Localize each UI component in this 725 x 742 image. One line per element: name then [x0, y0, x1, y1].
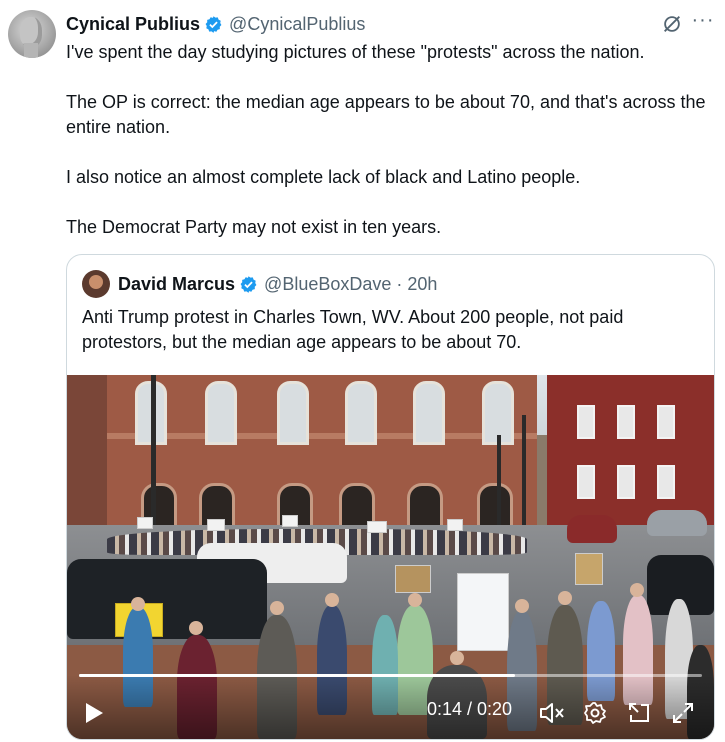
quoted-tweet-header: David Marcus @BlueBoxDave · 20h	[82, 270, 437, 298]
play-icon[interactable]	[83, 701, 105, 725]
tweet-paragraph: I also notice an almost complete lack of…	[66, 167, 581, 187]
quoted-tweet-text: Anti Trump protest in Charles Town, WV. …	[82, 307, 624, 352]
quoted-author-avatar[interactable]	[82, 270, 110, 298]
tweet-paragraph: The Democrat Party may not exist in ten …	[66, 217, 442, 237]
video-progress-fill	[79, 674, 516, 677]
fullscreen-icon[interactable]	[671, 701, 695, 725]
avatar-bust-neck	[24, 43, 38, 58]
dot-separator: ·	[396, 273, 403, 294]
video-progress-bar[interactable]	[79, 674, 702, 677]
mute-icon[interactable]	[539, 701, 565, 725]
quoted-tweet[interactable]: David Marcus @BlueBoxDave · 20h Anti Tru…	[66, 254, 715, 740]
video-controls	[67, 675, 714, 739]
red-truck	[567, 515, 617, 543]
author-handle[interactable]: @CynicalPublius	[229, 14, 365, 35]
author-name[interactable]: Cynical Publius	[66, 14, 200, 35]
tweet-paragraph: The OP is correct: the median age appear…	[66, 92, 706, 137]
more-icon[interactable]: ···	[691, 10, 715, 35]
silver-car	[647, 510, 707, 536]
tweet-body: I've spent the day studying pictures of …	[66, 40, 718, 265]
quoted-timestamp[interactable]: 20h	[407, 274, 437, 295]
video-player[interactable]: 0:14 / 0:20	[67, 375, 714, 739]
tweet-paragraph: I've spent the day studying pictures of …	[66, 42, 645, 62]
quoted-author-name[interactable]: David Marcus	[118, 274, 235, 295]
dark-suv	[67, 559, 267, 639]
grok-icon[interactable]	[661, 13, 683, 35]
video-time: 0:14 / 0:20	[427, 699, 513, 719]
settings-icon[interactable]	[583, 701, 607, 725]
quoted-author-handle[interactable]: @BlueBoxDave	[264, 274, 391, 295]
pip-icon[interactable]	[627, 701, 651, 725]
verified-badge-icon	[205, 15, 222, 33]
verified-badge-icon	[240, 275, 257, 293]
author-avatar[interactable]	[8, 10, 56, 58]
tweet-header: Cynical Publius @CynicalPublius ···	[66, 10, 715, 35]
